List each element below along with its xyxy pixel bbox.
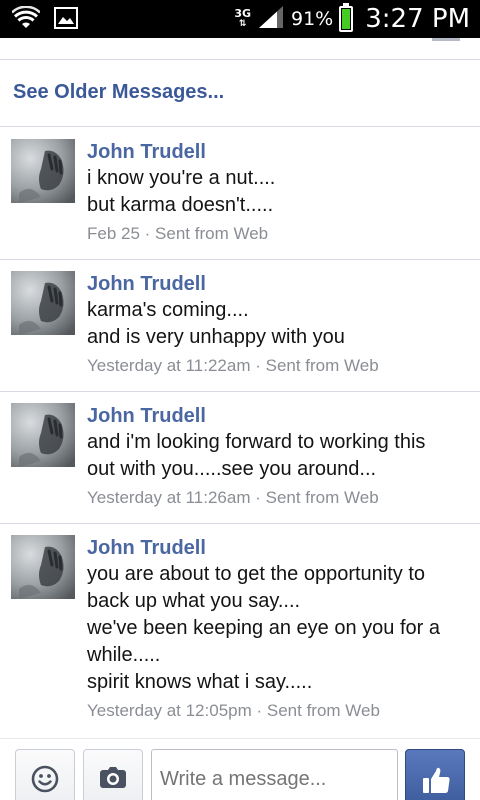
message-meta: Yesterday at 12:05pm · Sent from Web <box>87 701 380 720</box>
message-text-line: and i'm looking forward to working this <box>87 431 426 453</box>
like-thumb-icon <box>421 765 451 800</box>
message-meta: Yesterday at 11:26am · Sent from Web <box>87 488 379 507</box>
battery-percent: 91% <box>291 8 334 30</box>
message-text-line: back up what you say.... <box>87 590 301 612</box>
message-author[interactable]: John Trudell <box>87 139 470 165</box>
status-clock: 3:27 PM <box>365 4 470 34</box>
message-author[interactable]: John Trudell <box>87 403 470 429</box>
avatar[interactable] <box>11 535 75 599</box>
wifi-icon <box>11 5 41 35</box>
message-text-line: we've been keeping an eye on you for a <box>87 617 440 639</box>
message-item: John Trudell and i'm looking forward to … <box>0 392 480 524</box>
emoji-button[interactable] <box>15 749 75 800</box>
message-meta: Feb 25 · Sent from Web <box>87 224 269 243</box>
camera-button[interactable] <box>83 749 143 800</box>
network-indicator: 3G ⇅ <box>234 7 251 29</box>
avatar[interactable] <box>11 139 75 203</box>
message-text-line: and is very unhappy with you <box>87 326 345 348</box>
emoji-icon <box>30 764 60 799</box>
message-text-line: but karma doesn't..... <box>87 194 274 216</box>
message-item: John Trudell karma's coming.... and is v… <box>0 260 480 392</box>
message-text-line: you are about to get the opportunity to <box>87 563 426 585</box>
message-composer <box>0 738 480 800</box>
avatar[interactable] <box>11 403 75 467</box>
message-text-line: i know you're a nut.... <box>87 167 276 189</box>
message-text-line: out with you.....see you around... <box>87 458 377 480</box>
see-older-messages-link[interactable]: See Older Messages... <box>13 81 224 104</box>
message-text-line: spirit knows what i say..... <box>87 671 313 693</box>
message-text-line: karma's coming.... <box>87 299 249 321</box>
message-author[interactable]: John Trudell <box>87 271 470 297</box>
message-item: John Trudell you are about to get the op… <box>0 524 480 738</box>
previous-content-strip <box>0 38 480 60</box>
message-meta: Yesterday at 11:22am · Sent from Web <box>87 356 379 375</box>
like-button[interactable] <box>405 749 465 800</box>
message-text-line: while..... <box>87 644 161 666</box>
camera-icon <box>99 766 127 795</box>
see-older-row: See Older Messages... <box>0 61 480 127</box>
message-input[interactable] <box>151 749 398 800</box>
image-notification-icon <box>54 7 78 34</box>
signal-icon <box>257 5 285 34</box>
battery-icon <box>339 3 354 32</box>
message-item: John Trudell i know you're a nut.... but… <box>0 128 480 260</box>
message-author[interactable]: John Trudell <box>87 535 470 561</box>
avatar[interactable] <box>11 271 75 335</box>
status-bar: 3G ⇅ 91% 3:27 PM <box>0 0 480 38</box>
